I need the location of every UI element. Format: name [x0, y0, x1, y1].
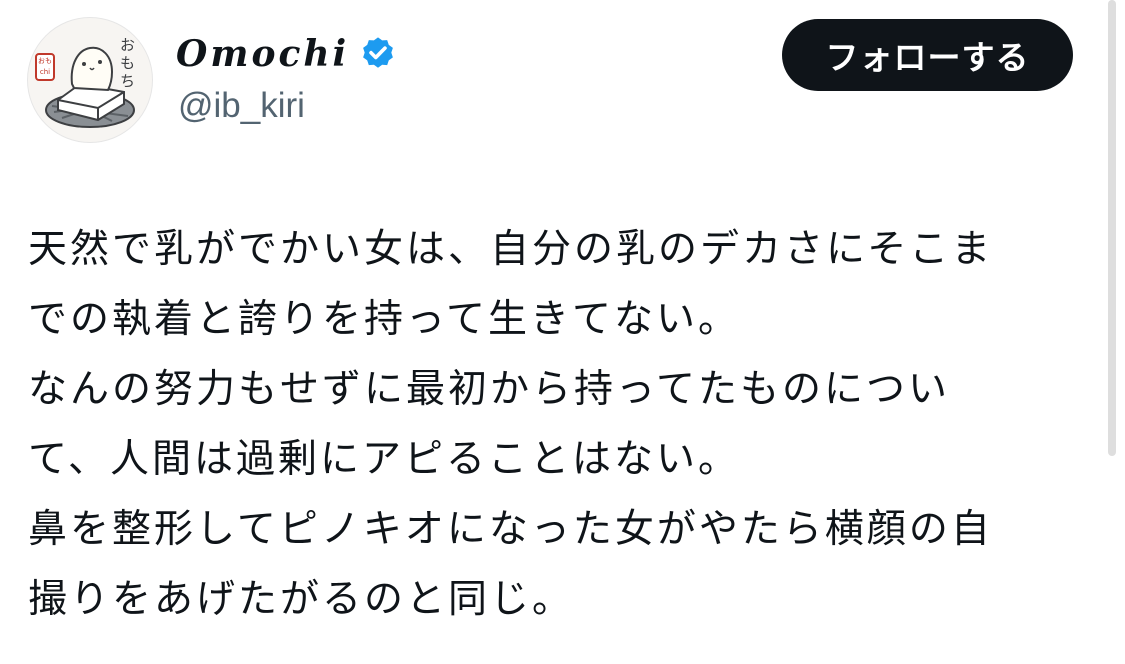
author-display-name: Omochi [176, 33, 350, 75]
tweet-line: 鼻を整形してピノキオになった女がやたら横顔の自 [28, 507, 993, 552]
tweet-line: 撮りをあげたがるのと同じ。 [28, 577, 575, 622]
tweet-line: 天然で乳がでかい女は、自分の乳のデカさにそこま [28, 227, 994, 272]
tweet-line: での執着と誇りを持って生きてない。 [28, 297, 741, 342]
tweet-line: て、人間は過剰にアピることはない。 [28, 437, 741, 482]
author-handle[interactable]: @ib_kiri [178, 86, 305, 126]
verified-badge-icon [363, 37, 394, 68]
avatar-stamp-text: おもchi [38, 57, 52, 76]
tweet-line: なんの努力もせずに最初から持ってたものについ [28, 367, 951, 412]
avatar-label: おもち [120, 36, 136, 90]
avatar[interactable]: おもchi おもち [27, 17, 153, 143]
follow-button[interactable]: フォローする [782, 19, 1073, 91]
scrollbar[interactable] [1108, 0, 1116, 456]
author-name-row[interactable]: Omochi [176, 30, 397, 78]
tweet-text: 天然で乳がでかい女は、自分の乳のデカさにそこま での執着と誇りを持って生きてない… [28, 215, 1088, 635]
